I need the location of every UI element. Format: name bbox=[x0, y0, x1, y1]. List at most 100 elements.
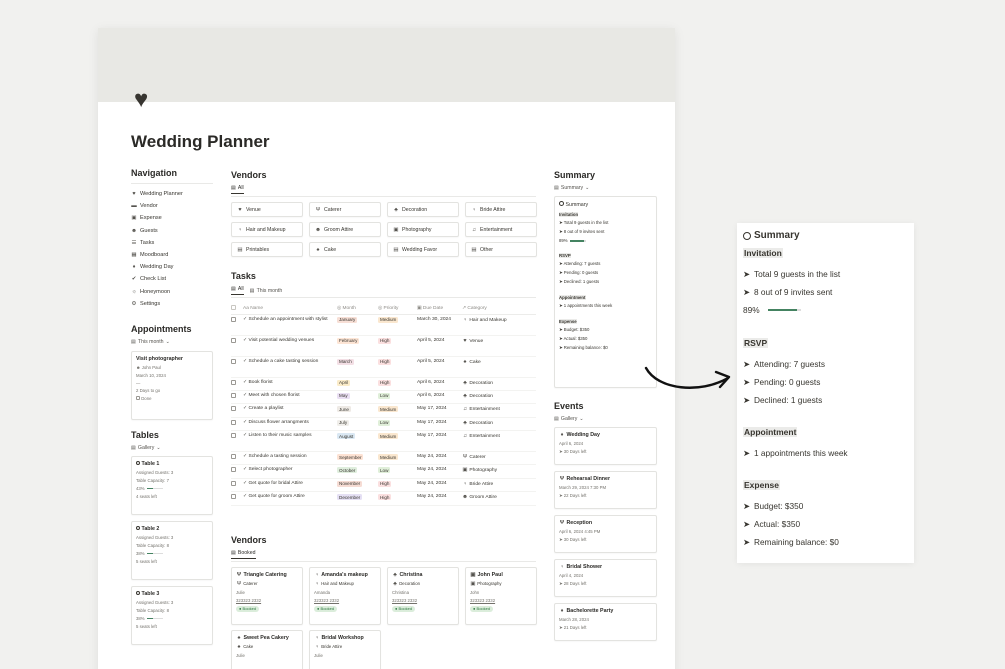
booked-vendor-card[interactable]: ♀ Amanda's makeup ♀ Hair and Makeup Amanda… bbox=[309, 566, 381, 625]
month-column-header[interactable]: ◎ Month bbox=[337, 303, 378, 315]
task-row[interactable]: ✓ Schedule a cake tasting session March Hi… bbox=[231, 356, 536, 378]
task-name[interactable]: Create a playlist bbox=[248, 406, 283, 411]
vendor-title: Christina bbox=[399, 571, 423, 578]
table-card[interactable]: Table 1 Assigned Guests: 3 Table Capacity:… bbox=[131, 455, 213, 515]
vendor-category-hair-and-makeup[interactable]: ♀ Hair and Makeup bbox=[231, 222, 303, 237]
tasks-tab-this-month[interactable]: ▤ This month bbox=[250, 286, 283, 295]
nav-item-wedding-day[interactable]: ♦ Wedding Day bbox=[131, 261, 213, 273]
booked-vendor-card[interactable]: ♀ Bridal Workshop ♀ Bride Attire Julie bbox=[309, 629, 381, 669]
task-checkbox[interactable] bbox=[231, 494, 236, 500]
nav-item-moodboard[interactable]: ▦ Moodboard bbox=[131, 249, 213, 261]
task-name[interactable]: Visit potential wedding venues bbox=[248, 338, 314, 343]
task-checkbox[interactable] bbox=[231, 454, 236, 460]
tables-view-tab[interactable]: ▤ Gallery ⌄ bbox=[131, 445, 161, 451]
task-name[interactable]: Listen to their music samples bbox=[248, 433, 311, 438]
vendor-category-icon: ♣ bbox=[393, 580, 397, 587]
task-checkbox[interactable] bbox=[231, 467, 236, 473]
event-card[interactable]: ♦ Wedding Day April 6, 2024 ➤ 30 Days left bbox=[554, 427, 657, 465]
task-checkbox[interactable] bbox=[231, 316, 236, 322]
vendor-category-wedding-favor[interactable]: ▤ Wedding Favor bbox=[387, 242, 459, 257]
task-checkbox[interactable] bbox=[231, 358, 236, 364]
task-row[interactable]: ✓ Create a playlist June Medium May 17, 202… bbox=[231, 403, 536, 418]
events-view-tab[interactable]: ▤ Gallery ⌄ bbox=[554, 416, 584, 422]
task-name[interactable]: Get quote for bridal Attire bbox=[248, 481, 302, 486]
task-name[interactable]: Get quote for groom Attire bbox=[248, 494, 304, 499]
priority-column-header[interactable]: ◎ Priority bbox=[378, 303, 417, 315]
vendor-category-groom-attire[interactable]: ☻ Groom Attire bbox=[309, 222, 381, 237]
table-assigned: Assigned Guests: 3 bbox=[136, 534, 174, 540]
task-name[interactable]: Schedule a tasting session bbox=[248, 454, 306, 459]
booked-vendor-card[interactable]: ▣ John Paul ▣ Photography John 323323 2332 ●… bbox=[465, 566, 537, 625]
vendor-phone[interactable]: 323323 2332 bbox=[392, 598, 454, 603]
vendor-category-printables[interactable]: ▤ Printables bbox=[231, 242, 303, 257]
nav-item-guests[interactable]: ☻ Guests bbox=[131, 225, 213, 237]
nav-item-vendor[interactable]: ▬ Vendor bbox=[131, 200, 213, 212]
vendor-category-other[interactable]: ▤ Other bbox=[465, 242, 537, 257]
booked-vendor-card[interactable]: ♠ Sweet Pea Cakery ♠ Cake Julie bbox=[231, 629, 303, 669]
task-row[interactable]: ✓ Schedule an appointment with stylist Ja… bbox=[231, 314, 536, 336]
nav-item-tasks[interactable]: ☰ Tasks bbox=[131, 237, 213, 249]
vendor-phone[interactable]: 323323 2332 bbox=[470, 598, 532, 603]
task-row[interactable]: ✓ Discuss flower arrangments July Low May 1… bbox=[231, 417, 536, 432]
task-checkbox[interactable] bbox=[231, 480, 236, 486]
event-card[interactable]: Ψ Reception April 6, 2024 4:45 PM ➤ 30 Day… bbox=[554, 515, 657, 553]
event-icon: ♀ bbox=[559, 564, 565, 570]
event-card[interactable]: Ψ Rehearsal Dinner March 29, 2024 7:30 PM… bbox=[554, 471, 657, 509]
task-row[interactable]: ✓ Meet with chosen florist May Low April 6,… bbox=[231, 390, 536, 405]
task-row[interactable]: ✓ Select photographer October Low May 24, 2… bbox=[231, 464, 536, 479]
summary-view-tab[interactable]: ▤ Summary ⌄ bbox=[554, 185, 589, 191]
vendor-category-entertainment[interactable]: ♫ Entertainment bbox=[465, 222, 537, 237]
task-row[interactable]: ✓ Schedule a tasting session September Med… bbox=[231, 451, 536, 466]
category-column-header[interactable]: ↗ Category bbox=[462, 303, 536, 315]
vendor-phone[interactable]: 323323 2332 bbox=[314, 598, 376, 603]
task-row[interactable]: ✓ Book florist April High April 6, 2024 ♣ De… bbox=[231, 377, 536, 391]
event-card[interactable]: ♦ Bachelorette Party March 28, 2024 ➤ 21 D… bbox=[554, 603, 657, 641]
name-column-header[interactable]: Aa Name bbox=[243, 303, 337, 315]
vendor-category-photography[interactable]: ▣ Photography bbox=[387, 222, 459, 237]
nav-item-wedding-planner[interactable]: ♥ Wedding Planner bbox=[131, 188, 213, 200]
task-name[interactable]: Select photographer bbox=[248, 467, 292, 472]
select-all-header[interactable] bbox=[231, 303, 243, 315]
task-checkbox[interactable] bbox=[231, 433, 236, 439]
appointments-view-tab[interactable]: ▤ This month ⌄ bbox=[131, 339, 170, 345]
task-checkbox[interactable] bbox=[231, 419, 236, 425]
task-checkbox[interactable] bbox=[231, 392, 236, 398]
nav-item-settings[interactable]: ⚙ Settings bbox=[131, 298, 213, 310]
nav-item-honeymoon[interactable]: ☼ Honeymoon bbox=[131, 286, 213, 298]
table-card[interactable]: Table 3 Assigned Guests: 3 Table Capacity:… bbox=[131, 585, 213, 645]
task-checkbox[interactable] bbox=[231, 337, 236, 343]
done-checkbox[interactable] bbox=[136, 395, 140, 400]
vendor-category-bride-attire[interactable]: ♀ Bride Attire bbox=[465, 202, 537, 217]
due-date-column-header[interactable]: ▣ Due Date bbox=[417, 303, 462, 315]
vendor-phone[interactable]: 323323 2332 bbox=[236, 598, 298, 603]
booked-view-tab[interactable]: ▤ Booked bbox=[231, 550, 256, 559]
task-name[interactable]: Discuss flower arrangments bbox=[248, 420, 308, 425]
vendors-view-tab-all[interactable]: ▤ All bbox=[231, 185, 244, 194]
select-all-checkbox[interactable] bbox=[231, 304, 236, 310]
zoom-expense-label: Expense bbox=[743, 480, 780, 490]
table-card[interactable]: Table 2 Assigned Guests: 3 Table Capacity:… bbox=[131, 520, 213, 580]
task-row[interactable]: ✓ Visit potential wedding venues February… bbox=[231, 335, 536, 357]
booked-vendor-card[interactable]: ♣ Christina ♣ Decoration Christina 323323 2… bbox=[387, 566, 459, 625]
task-name[interactable]: Book florist bbox=[248, 380, 272, 385]
nav-item-check-list[interactable]: ✔ Check List bbox=[131, 273, 213, 285]
booked-vendor-card[interactable]: Ψ Triangle Catering Ψ Caterer Julie 323323 … bbox=[231, 566, 303, 625]
vendor-category-decoration[interactable]: ♣ Decoration bbox=[387, 202, 459, 217]
task-row[interactable]: ✓ Get quote for bridal Attire November Hig… bbox=[231, 478, 536, 493]
tasks-tab-all[interactable]: ▤ All bbox=[231, 286, 244, 295]
task-name[interactable]: Meet with chosen florist bbox=[248, 393, 299, 398]
appointment-card[interactable]: Visit photographer ☻ John Paul March 10,… bbox=[131, 350, 213, 420]
event-title: Reception bbox=[566, 520, 593, 526]
task-checkbox[interactable] bbox=[231, 379, 236, 385]
task-name[interactable]: Schedule an appointment with stylist bbox=[248, 317, 327, 322]
task-row[interactable]: ✓ Get quote for groom Attire December High… bbox=[231, 491, 536, 506]
vendor-category-cake[interactable]: ♠ Cake bbox=[309, 242, 381, 257]
vendor-category-caterer[interactable]: Ψ Caterer bbox=[309, 202, 381, 217]
task-row[interactable]: ✓ Listen to their music samples August Med… bbox=[231, 430, 536, 453]
event-date: April 4, 2024 bbox=[559, 573, 584, 578]
nav-item-expense[interactable]: ▣ Expense bbox=[131, 212, 213, 224]
event-card[interactable]: ♀ Bridal Shower April 4, 2024 ➤ 28 Days le… bbox=[554, 559, 657, 597]
vendor-category-venue[interactable]: ♥ Venue bbox=[231, 202, 303, 217]
task-name[interactable]: Schedule a cake tasting session bbox=[248, 359, 318, 364]
task-checkbox[interactable] bbox=[231, 406, 236, 412]
